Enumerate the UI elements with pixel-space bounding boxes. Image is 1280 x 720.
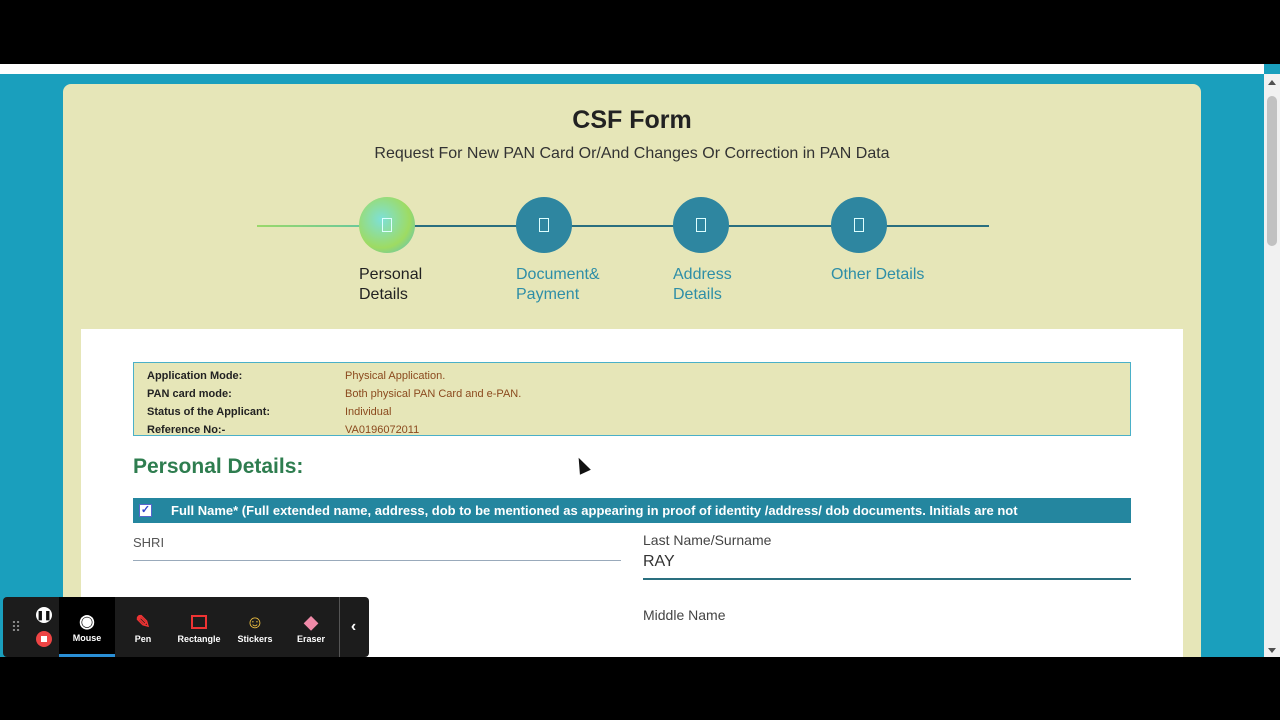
step-address-details[interactable]: Address Details	[673, 197, 793, 305]
summary-value: Physical Application.	[345, 370, 446, 382]
summary-key: Status of the Applicant:	[147, 406, 271, 418]
page-top-strip	[0, 64, 1264, 74]
browser-viewport: CSF Form Request For New PAN Card Or/And…	[0, 64, 1280, 657]
scroll-thumb[interactable]	[1267, 96, 1277, 246]
summary-row: Status of the Applicant: Individual	[147, 403, 1117, 421]
step-personal-details[interactable]: Personal Details	[359, 197, 479, 305]
vertical-scrollbar[interactable]	[1264, 74, 1280, 657]
tool-mouse[interactable]: ◉ Mouse	[59, 597, 115, 657]
csf-form-card: CSF Form Request For New PAN Card Or/And…	[63, 84, 1201, 657]
document-icon	[539, 218, 549, 232]
stop-button[interactable]	[36, 631, 52, 647]
summary-row: PAN card mode: Both physical PAN Card an…	[147, 385, 1117, 403]
stop-icon	[41, 636, 47, 642]
step-circle	[673, 197, 729, 253]
info-icon	[854, 218, 864, 232]
scroll-down-arrow-icon[interactable]	[1268, 648, 1276, 653]
recording-controls: ❚❚	[29, 597, 59, 657]
tool-pen[interactable]: ✎ Pen	[115, 597, 171, 657]
home-icon	[696, 218, 706, 232]
pen-icon: ✎	[135, 612, 151, 632]
scroll-up-arrow-icon[interactable]	[1268, 80, 1276, 85]
step-label: Address Details	[673, 266, 732, 303]
rectangle-icon	[191, 615, 207, 629]
step-circle	[831, 197, 887, 253]
summary-key: Application Mode:	[147, 370, 243, 382]
summary-value: Both physical PAN Card and e-PAN.	[345, 388, 522, 400]
tool-rectangle[interactable]: Rectangle	[171, 597, 227, 657]
video-bottom-letterbox	[0, 657, 1280, 720]
recording-toolbar: ⠿ ❚❚ ◉ Mouse ✎ Pen Rectangle ☺ Stickers …	[3, 597, 369, 657]
middle-name-label: Middle Name	[643, 607, 726, 623]
application-summary: Application Mode: Physical Application. …	[133, 362, 1131, 436]
last-name-input[interactable]: RAY	[643, 553, 1131, 580]
last-name-label: Last Name/Surname	[643, 532, 772, 548]
tool-label: Pen	[134, 634, 152, 644]
step-circle	[516, 197, 572, 253]
collapse-toolbar-chevron-icon[interactable]: ‹	[339, 597, 367, 657]
title-select[interactable]: SHRI	[133, 535, 621, 561]
summary-row: Application Mode: Physical Application.	[147, 367, 1117, 385]
summary-row: Reference No:- VA0196072011	[147, 421, 1117, 439]
personal-details-heading: Personal Details:	[133, 455, 304, 478]
summary-key: Reference No:-	[147, 424, 226, 436]
tool-label: Mouse	[72, 632, 102, 643]
summary-value: Individual	[345, 406, 392, 418]
step-label: Other Details	[831, 266, 925, 283]
step-label: Document& Payment	[516, 266, 600, 303]
summary-key: PAN card mode:	[147, 388, 232, 400]
drag-handle-icon[interactable]: ⠿	[3, 597, 29, 657]
step-other-details[interactable]: Other Details	[831, 197, 951, 285]
step-circle	[359, 197, 415, 253]
form-subtitle: Request For New PAN Card Or/And Changes …	[374, 145, 890, 162]
sticker-icon: ☺	[245, 612, 265, 632]
full-name-bar: ✓ Full Name* (Full extended name, addres…	[133, 498, 1131, 523]
pause-button[interactable]: ❚❚	[36, 607, 52, 623]
summary-value: VA0196072011	[345, 424, 420, 436]
eraser-icon: ◆	[304, 612, 318, 632]
video-top-letterbox	[0, 0, 1280, 64]
step-document-payment[interactable]: Document& Payment	[516, 197, 636, 305]
step-label: Personal Details	[359, 266, 423, 303]
form-title: CSF Form	[572, 106, 692, 134]
tool-label: Eraser	[296, 634, 326, 644]
tool-stickers[interactable]: ☺ Stickers	[227, 597, 283, 657]
tool-eraser[interactable]: ◆ Eraser	[283, 597, 339, 657]
user-icon	[382, 218, 392, 232]
full-name-checkbox[interactable]: ✓	[139, 504, 152, 517]
tool-label: Stickers	[237, 634, 273, 644]
tool-label: Rectangle	[177, 634, 221, 644]
mouse-cursor-icon: ◉	[79, 610, 95, 631]
full-name-instruction: Full Name* (Full extended name, address,…	[171, 503, 1018, 518]
